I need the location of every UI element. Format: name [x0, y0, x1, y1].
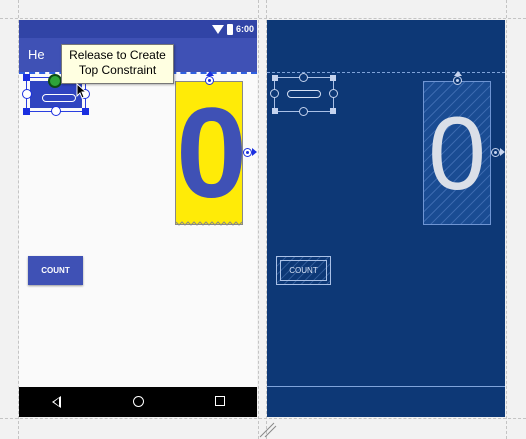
counter-top-anchor[interactable]	[205, 76, 214, 85]
counter-value: 0	[176, 82, 248, 225]
blueprint-handle-top-left[interactable]	[272, 75, 278, 81]
battery-icon	[226, 23, 233, 35]
tooltip-line-2: Top Constraint	[78, 63, 157, 77]
blueprint-counter-top-anchor[interactable]	[453, 76, 462, 85]
blueprint-counter-view[interactable]: 0	[423, 81, 491, 225]
widget-preview-pill	[42, 94, 76, 102]
blueprint-anchor-bottom[interactable]	[299, 107, 308, 116]
blueprint-handle-bottom-left[interactable]	[272, 108, 278, 114]
counter-text-view[interactable]: 0	[175, 81, 248, 226]
canvas-guide-middle	[258, 0, 259, 439]
pointer-cursor-icon	[76, 83, 87, 99]
constraint-anchor-left[interactable]	[22, 89, 32, 99]
blueprint-handle-bottom-right[interactable]	[330, 108, 336, 114]
blueprint-anchor-right[interactable]	[329, 89, 338, 98]
recent-apps-icon	[215, 396, 225, 406]
home-icon	[133, 396, 144, 407]
counter-right-anchor[interactable]	[243, 148, 252, 157]
canvas-guide-top	[0, 18, 526, 19]
blueprint-counter-right-anchor[interactable]	[491, 148, 500, 157]
blueprint-count-button[interactable]: COUNT	[276, 256, 331, 285]
count-button[interactable]: COUNT	[28, 256, 83, 285]
blueprint-surface[interactable]: 0 COUNT	[267, 20, 505, 417]
resize-grip-icon[interactable]	[259, 422, 277, 438]
design-surface[interactable]: 6:00 He 0 COUNT Release to Create Top Co…	[19, 20, 257, 417]
blueprint-counter-value: 0	[428, 96, 486, 212]
blueprint-selected-widget[interactable]	[270, 73, 338, 116]
back-icon	[52, 396, 61, 408]
wifi-icon	[211, 24, 224, 34]
status-bar: 6:00	[19, 20, 257, 38]
tooltip-line-1: Release to Create	[69, 48, 166, 62]
canvas-guide-bottom	[0, 418, 526, 419]
blueprint-handle-top-right[interactable]	[330, 75, 336, 81]
resize-handle-bottom-left[interactable]	[23, 108, 30, 115]
blueprint-anchor-left[interactable]	[270, 89, 279, 98]
app-title: He	[28, 47, 45, 62]
resize-handle-top-left[interactable]	[23, 74, 30, 81]
counter-right-constraint-arrow	[252, 148, 257, 156]
constraint-anchor-bottom[interactable]	[51, 106, 61, 116]
canvas-guide-right	[506, 0, 507, 439]
constraint-tooltip: Release to Create Top Constraint	[61, 44, 174, 84]
blueprint-widget-pill	[287, 90, 321, 98]
blueprint-count-button-label: COUNT	[280, 260, 327, 281]
blueprint-counter-right-arrow	[500, 148, 505, 156]
constraint-drag-anchor[interactable]	[48, 74, 62, 88]
status-icons: 6:00	[211, 22, 254, 36]
counter-clip-edge	[176, 221, 242, 226]
resize-handle-bottom-right[interactable]	[82, 108, 89, 115]
navigation-bar	[19, 387, 257, 417]
blueprint-anchor-top[interactable]	[299, 73, 308, 82]
status-time: 6:00	[235, 24, 254, 34]
